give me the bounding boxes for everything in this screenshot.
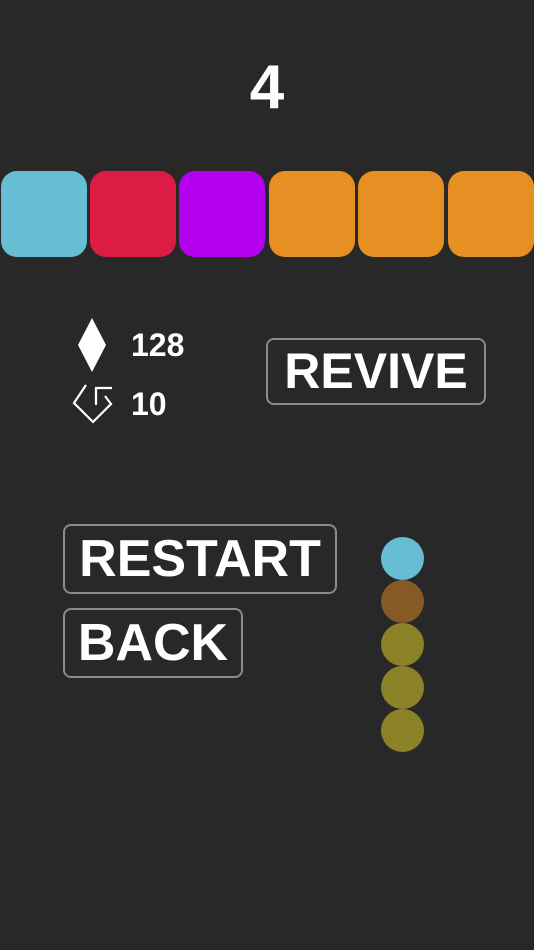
gem-count: 128 — [131, 327, 185, 363]
color-block — [448, 171, 534, 257]
snake-segment — [381, 580, 424, 623]
color-block-row — [0, 171, 534, 257]
revive-arrow-icon — [72, 383, 114, 430]
diamond-icon — [78, 318, 106, 377]
revive-count: 10 — [131, 386, 167, 422]
color-block — [90, 171, 176, 257]
snake-segment — [381, 666, 424, 709]
color-block — [358, 171, 444, 257]
snake-segment — [381, 623, 424, 666]
revive-button[interactable]: REVIVE — [266, 338, 486, 405]
snake-segment — [381, 537, 424, 580]
restart-button[interactable]: RESTART — [63, 524, 337, 594]
snake-segment — [381, 709, 424, 752]
color-block — [179, 171, 265, 257]
back-button[interactable]: BACK — [63, 608, 243, 678]
color-block — [269, 171, 355, 257]
color-block — [1, 171, 87, 257]
score-display: 4 — [249, 53, 285, 122]
